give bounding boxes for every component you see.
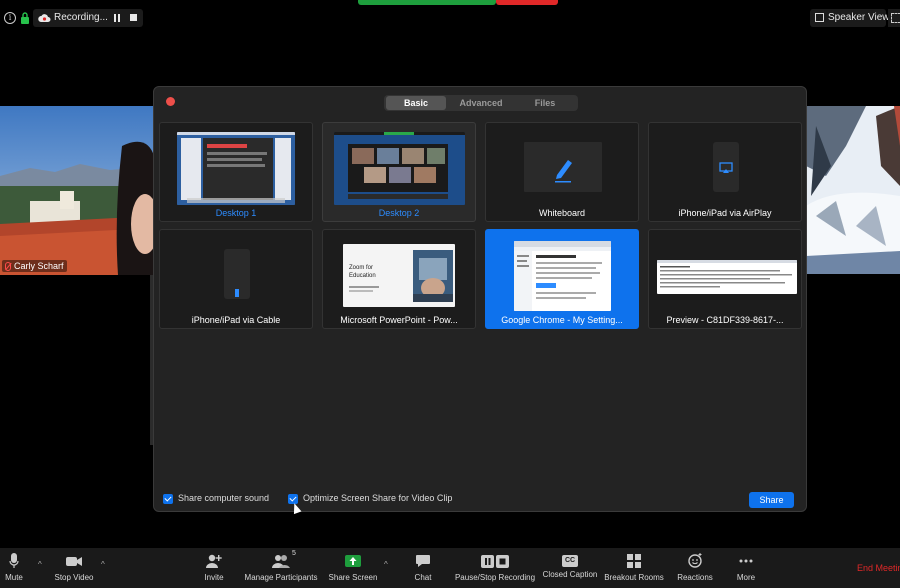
share-source-desktop-1[interactable]: Desktop 1 bbox=[159, 122, 313, 222]
share-arrow-icon bbox=[345, 555, 361, 567]
tab-files[interactable]: Files bbox=[514, 96, 576, 110]
share-source-whiteboard[interactable]: Whiteboard bbox=[485, 122, 639, 222]
stop-share-indicator[interactable] bbox=[496, 0, 558, 5]
end-meeting-button[interactable]: End Meetin bbox=[857, 563, 900, 573]
camera-icon bbox=[66, 557, 82, 566]
recording-label: Recording... bbox=[54, 12, 108, 23]
preview-label: Preview - C81DF339-8617-... bbox=[666, 315, 784, 325]
participant-video-image bbox=[0, 106, 154, 275]
closed-caption-button[interactable]: CC Closed Caption bbox=[542, 552, 598, 586]
chrome-label: Google Chrome - My Setting... bbox=[501, 315, 623, 325]
record-icon bbox=[481, 555, 509, 568]
mute-button[interactable]: Mute bbox=[2, 552, 26, 586]
more-button[interactable]: More bbox=[732, 552, 760, 586]
preview-thumbnail bbox=[657, 260, 797, 294]
tab-basic[interactable]: Basic bbox=[386, 96, 446, 110]
share-screen-dialog: Basic Advanced Files Desktop 1 Desktop 2… bbox=[153, 86, 807, 512]
mute-label: Mute bbox=[5, 573, 23, 582]
airplay-label: iPhone/iPad via AirPlay bbox=[678, 208, 772, 218]
desktop-1-label: Desktop 1 bbox=[215, 208, 257, 218]
info-icon[interactable]: i bbox=[4, 12, 16, 24]
pause-recording-label: Pause/Stop Recording bbox=[454, 573, 536, 582]
powerpoint-slide-title: Zoom for Education bbox=[349, 265, 376, 279]
add-person-icon bbox=[206, 554, 222, 568]
participant-video-right[interactable] bbox=[806, 106, 900, 274]
more-label: More bbox=[736, 573, 756, 582]
desktop-1-thumbnail bbox=[177, 132, 295, 205]
optimize-video-label: Optimize Screen Share for Video Clip bbox=[303, 493, 453, 503]
speaker-view-label: Speaker View bbox=[828, 12, 890, 23]
share-sound-label: Share computer sound bbox=[178, 493, 270, 503]
breakout-rooms-button[interactable]: Breakout Rooms bbox=[604, 552, 664, 586]
phone-icon bbox=[224, 249, 250, 299]
invite-label: Invite bbox=[204, 573, 224, 582]
airplay-icon bbox=[719, 162, 733, 173]
manage-participants-button[interactable]: 5 Manage Participants bbox=[244, 550, 318, 586]
chevron-up-icon[interactable]: ^ bbox=[101, 560, 105, 569]
tab-bar: Basic Advanced Files bbox=[384, 95, 578, 111]
cloud-icon bbox=[38, 14, 51, 22]
fullscreen-button[interactable] bbox=[888, 9, 900, 27]
invite-button[interactable]: Invite bbox=[200, 552, 228, 586]
cc-icon: CC bbox=[562, 555, 578, 567]
participants-icon bbox=[272, 555, 290, 568]
chat-button[interactable]: Chat bbox=[410, 552, 436, 586]
more-icon bbox=[739, 559, 753, 563]
mic-icon bbox=[9, 553, 19, 568]
pause-stop-recording-button[interactable]: Pause/Stop Recording bbox=[454, 552, 536, 586]
snow-scene-image bbox=[806, 106, 900, 274]
lock-icon[interactable] bbox=[20, 11, 30, 25]
share-options-row: Share computer sound Optimize Screen Sha… bbox=[154, 489, 808, 509]
pause-icon[interactable] bbox=[113, 14, 121, 22]
speaker-view-button[interactable]: Speaker View bbox=[810, 9, 890, 27]
stop-icon[interactable] bbox=[130, 14, 137, 21]
powerpoint-thumbnail: Zoom for Education bbox=[343, 244, 455, 307]
share-source-cable[interactable]: iPhone/iPad via Cable bbox=[159, 229, 313, 329]
share-source-chrome[interactable]: Google Chrome - My Setting... bbox=[485, 229, 639, 329]
chevron-up-icon[interactable]: ^ bbox=[384, 560, 388, 569]
sharing-indicator[interactable] bbox=[358, 0, 496, 5]
share-sound-checkbox[interactable] bbox=[163, 494, 173, 504]
cable-label: iPhone/iPad via Cable bbox=[191, 315, 281, 325]
participant-video-left[interactable]: Carly Scharf bbox=[0, 106, 154, 275]
tab-advanced[interactable]: Advanced bbox=[450, 96, 512, 110]
chevron-up-icon[interactable]: ^ bbox=[38, 560, 42, 569]
powerpoint-label: Microsoft PowerPoint - Pow... bbox=[340, 315, 458, 325]
share-source-powerpoint[interactable]: Zoom for Education Microsoft PowerPoint … bbox=[322, 229, 476, 329]
whiteboard-label: Whiteboard bbox=[538, 208, 586, 218]
chat-label: Chat bbox=[414, 573, 432, 582]
chat-icon bbox=[416, 555, 430, 567]
share-source-preview[interactable]: Preview - C81DF339-8617-... bbox=[648, 229, 802, 329]
phone-icon bbox=[713, 142, 739, 192]
meeting-toolbar: Mute ^ Stop Video ^ Invite 5 Manage Part… bbox=[0, 548, 900, 588]
participant-name-tag: Carly Scharf bbox=[2, 260, 67, 272]
recording-indicator: Recording... bbox=[33, 9, 143, 27]
closed-caption-label: Closed Caption bbox=[542, 570, 598, 579]
manage-participants-label: Manage Participants bbox=[244, 573, 318, 582]
pencil-icon bbox=[555, 160, 572, 183]
top-bar: i Recording... Speaker View bbox=[0, 0, 900, 36]
reactions-icon bbox=[688, 553, 702, 568]
reactions-label: Reactions bbox=[677, 573, 713, 582]
share-screen-label: Share Screen bbox=[328, 573, 378, 582]
stop-video-label: Stop Video bbox=[54, 573, 94, 582]
share-source-airplay[interactable]: iPhone/iPad via AirPlay bbox=[648, 122, 802, 222]
stop-video-button[interactable]: Stop Video bbox=[52, 552, 96, 586]
chrome-thumbnail bbox=[514, 241, 611, 311]
breakout-rooms-label: Breakout Rooms bbox=[604, 573, 664, 582]
mic-muted-icon bbox=[5, 261, 11, 271]
share-button[interactable]: Share bbox=[749, 492, 794, 508]
breakout-icon bbox=[627, 554, 641, 568]
close-button[interactable] bbox=[166, 97, 175, 106]
participant-name: Carly Scharf bbox=[14, 261, 64, 271]
share-screen-button[interactable]: Share Screen bbox=[328, 552, 378, 586]
desktop-2-label: Desktop 2 bbox=[378, 208, 420, 218]
participant-count: 5 bbox=[292, 550, 296, 557]
share-source-desktop-2[interactable]: Desktop 2 bbox=[322, 122, 476, 222]
whiteboard-thumbnail bbox=[524, 142, 602, 192]
reactions-button[interactable]: Reactions bbox=[676, 552, 714, 586]
desktop-2-thumbnail bbox=[334, 132, 465, 205]
grid-icon bbox=[815, 13, 824, 22]
